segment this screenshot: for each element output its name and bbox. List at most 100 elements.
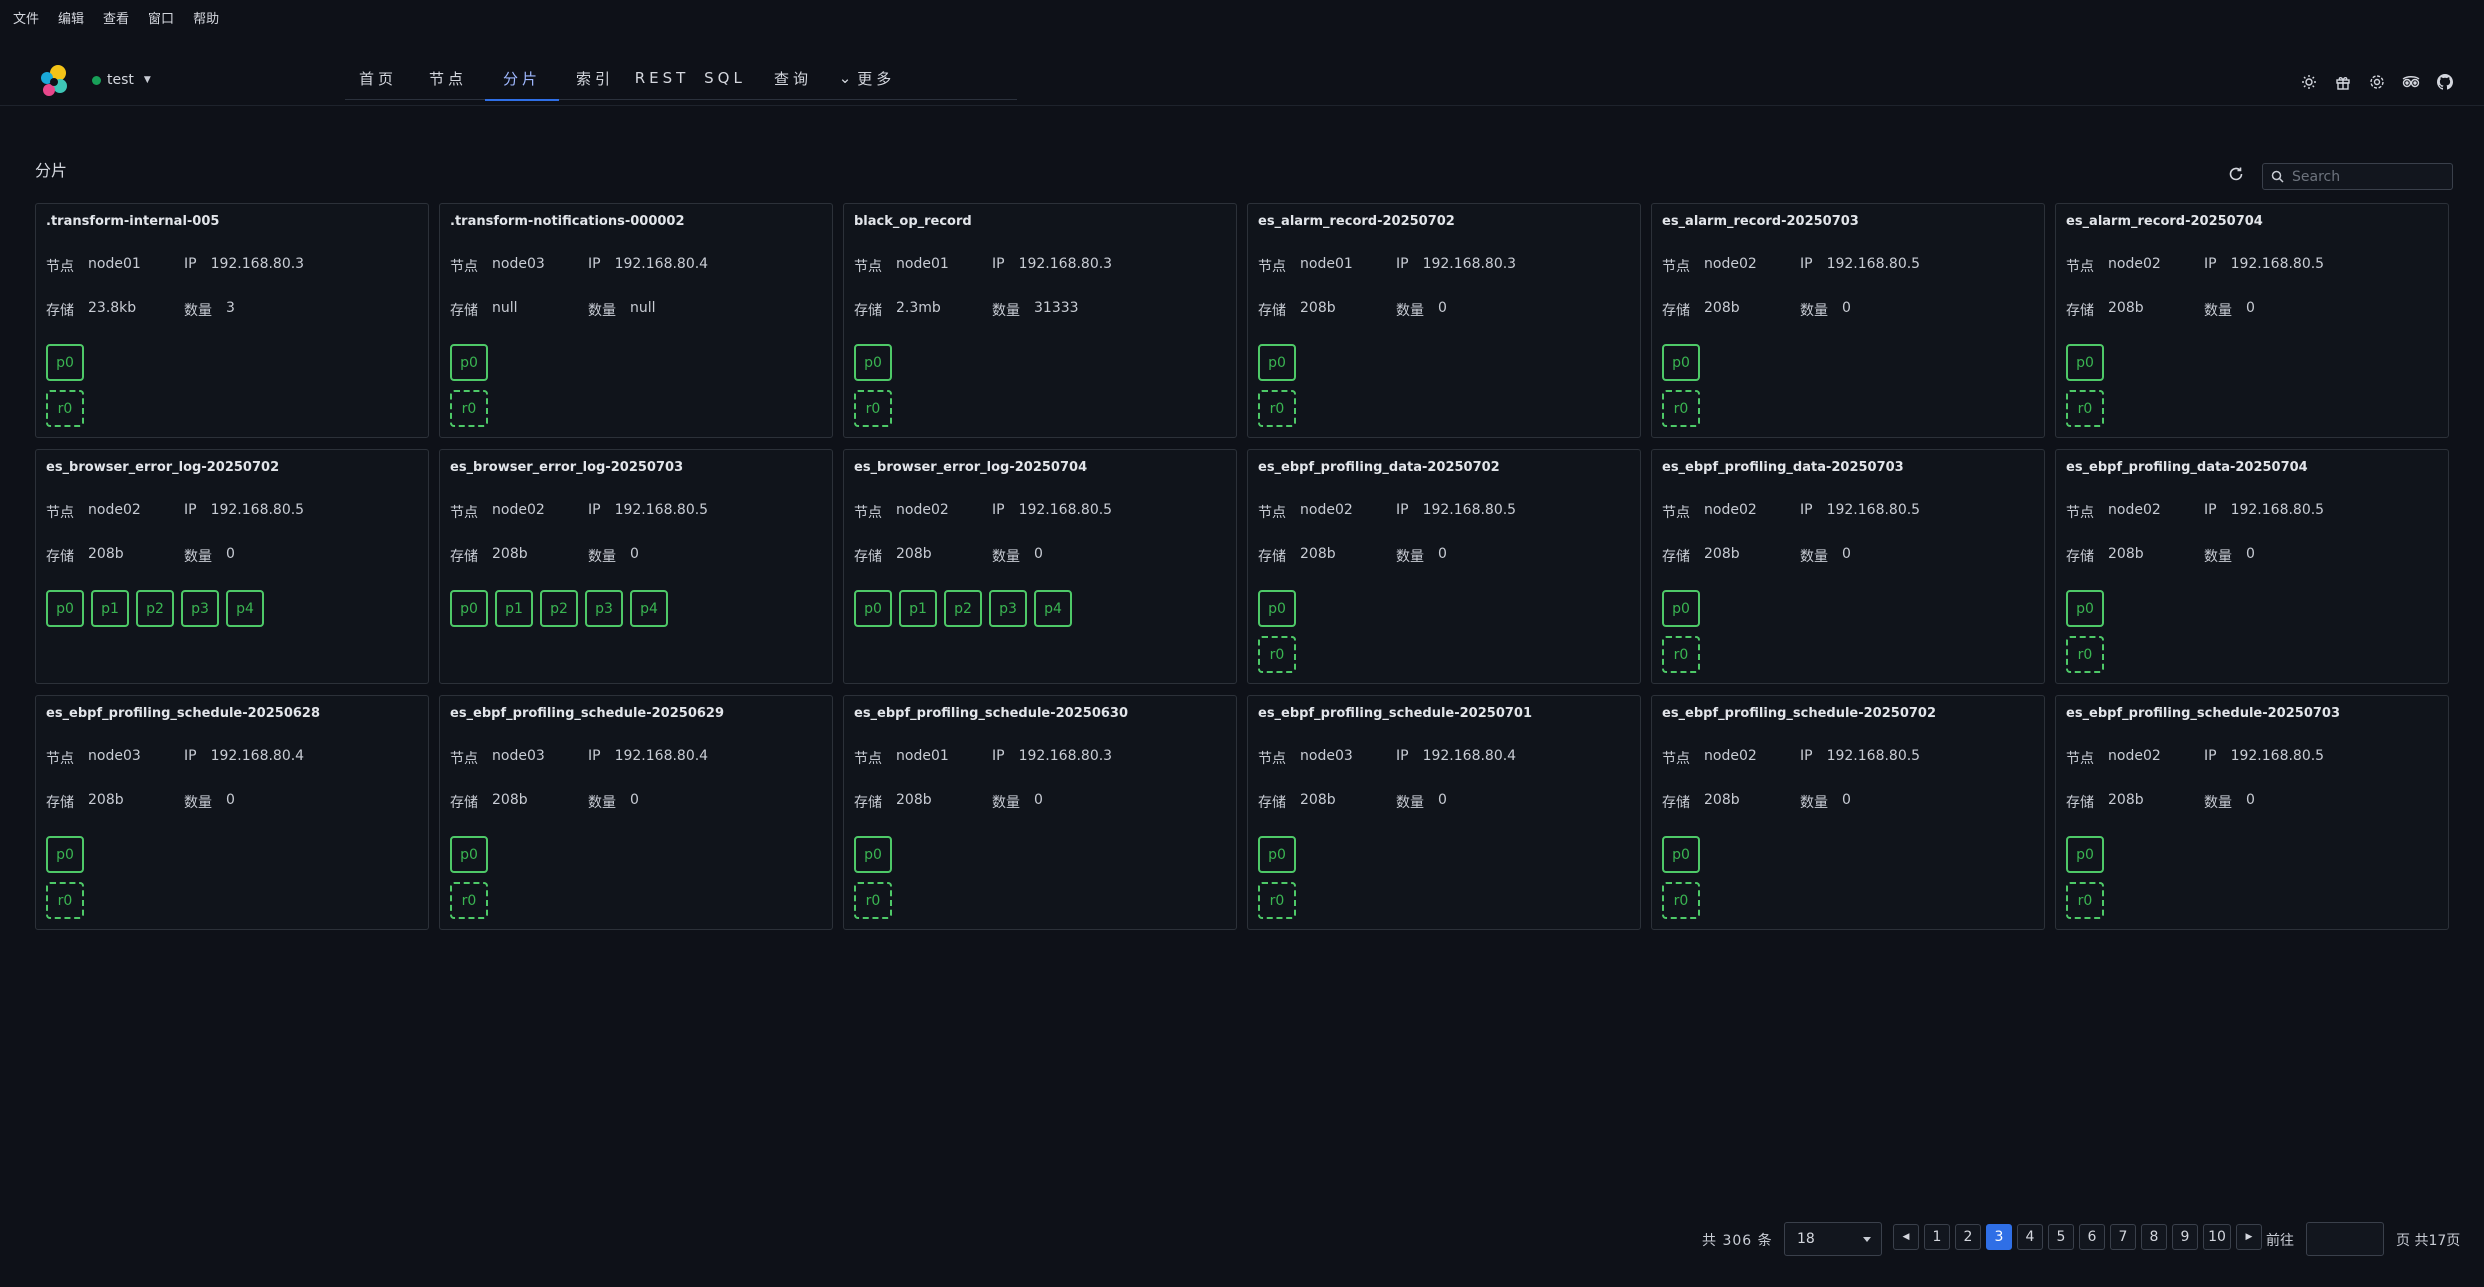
page-2[interactable]: 2 [1955, 1224, 1981, 1250]
replica-shard-r0[interactable]: r0 [2066, 882, 2104, 919]
tab-7[interactable]: ⌄ 更多 [829, 56, 905, 100]
page-5[interactable]: 5 [2048, 1224, 2074, 1250]
replica-shard-r0[interactable]: r0 [1662, 390, 1700, 427]
page-size-select[interactable]: 18 [1784, 1222, 1882, 1256]
replica-shard-r0[interactable]: r0 [1662, 636, 1700, 673]
primary-shard-p0[interactable]: p0 [46, 836, 84, 873]
primary-shard-p3[interactable]: p3 [181, 590, 219, 627]
menu-item[interactable]: 文件 [13, 8, 39, 27]
tripadvisor-icon[interactable] [2394, 70, 2428, 94]
primary-shard-p0[interactable]: p0 [2066, 344, 2104, 381]
primary-shard-p0[interactable]: p0 [854, 344, 892, 381]
primary-shard-p2[interactable]: p2 [136, 590, 174, 627]
primary-shard-p0[interactable]: p0 [1662, 836, 1700, 873]
shard-card[interactable]: es_ebpf_profiling_schedule-20250629 节点 nod… [439, 695, 833, 930]
replica-shard-r0[interactable]: r0 [1258, 390, 1296, 427]
github-icon[interactable] [2428, 70, 2462, 94]
primary-shard-p3[interactable]: p3 [585, 590, 623, 627]
page-1[interactable]: 1 [1924, 1224, 1950, 1250]
shard-card[interactable]: es_alarm_record-20250704 节点 node02 IP 192.16… [2055, 203, 2449, 438]
primary-shard-p2[interactable]: p2 [944, 590, 982, 627]
cluster-selector[interactable]: test ▼ [92, 72, 151, 88]
page-3[interactable]: 3 [1986, 1224, 2012, 1250]
page-7[interactable]: 7 [2110, 1224, 2136, 1250]
shard-card[interactable]: es_ebpf_profiling_data-20250702 节点 node02 I… [1247, 449, 1641, 684]
tab-3[interactable]: 索引 [559, 56, 631, 100]
replica-shard-r0[interactable]: r0 [1258, 636, 1296, 673]
primary-shard-p0[interactable]: p0 [1258, 590, 1296, 627]
primary-shard-p0[interactable]: p0 [450, 836, 488, 873]
refresh-icon[interactable] [2227, 165, 2245, 183]
page-8[interactable]: 8 [2141, 1224, 2167, 1250]
replica-shard-r0[interactable]: r0 [450, 882, 488, 919]
sun-icon[interactable] [2292, 70, 2326, 94]
shard-card[interactable]: es_alarm_record-20250703 节点 node02 IP 192.16… [1651, 203, 2045, 438]
menu-item[interactable]: 查看 [103, 8, 129, 27]
primary-shard-p0[interactable]: p0 [46, 590, 84, 627]
replica-shard-r0[interactable]: r0 [2066, 390, 2104, 427]
primary-shard-p0[interactable]: p0 [854, 590, 892, 627]
menu-item[interactable]: 帮助 [193, 8, 219, 27]
shard-card[interactable]: es_ebpf_profiling_schedule-20250703 节点 nod… [2055, 695, 2449, 930]
primary-shard-p0[interactable]: p0 [46, 344, 84, 381]
page-4[interactable]: 4 [2017, 1224, 2043, 1250]
primary-shard-p0[interactable]: p0 [450, 344, 488, 381]
tab-5[interactable]: SQL [693, 56, 757, 100]
primary-shard-p0[interactable]: p0 [1662, 590, 1700, 627]
replica-shard-r0[interactable]: r0 [854, 882, 892, 919]
primary-shard-p0[interactable]: p0 [1662, 344, 1700, 381]
primary-shard-p0[interactable]: p0 [2066, 590, 2104, 627]
page-9[interactable]: 9 [2172, 1224, 2198, 1250]
shard-card[interactable]: es_browser_error_log-20250704 节点 node02 IP 1… [843, 449, 1237, 684]
replica-shard-r0[interactable]: r0 [854, 390, 892, 427]
shard-card[interactable]: es_ebpf_profiling_schedule-20250701 节点 nod… [1247, 695, 1641, 930]
shard-card[interactable]: es_ebpf_profiling_schedule-20250702 节点 nod… [1651, 695, 2045, 930]
primary-shard-p0[interactable]: p0 [854, 836, 892, 873]
shard-card[interactable]: es_ebpf_profiling_data-20250704 节点 node02 I… [2055, 449, 2449, 684]
primary-shard-p0[interactable]: p0 [1258, 344, 1296, 381]
shard-card[interactable]: es_ebpf_profiling_schedule-20250630 节点 nod… [843, 695, 1237, 930]
page-6[interactable]: 6 [2079, 1224, 2105, 1250]
primary-shard-p1[interactable]: p1 [899, 590, 937, 627]
primary-shard-p4[interactable]: p4 [630, 590, 668, 627]
tab-2[interactable]: 分片 [485, 56, 559, 101]
replica-shard-r0[interactable]: r0 [46, 882, 84, 919]
page-10[interactable]: 10 [2203, 1224, 2231, 1250]
count-label: 数量 [184, 303, 212, 319]
primary-shard-p1[interactable]: p1 [495, 590, 533, 627]
shard-card[interactable]: es_browser_error_log-20250703 节点 node02 IP 1… [439, 449, 833, 684]
shard-card[interactable]: .transform-internal-005 节点 node01 IP 192.168… [35, 203, 429, 438]
replica-shard-r0[interactable]: r0 [1662, 882, 1700, 919]
goto-page-input[interactable] [2306, 1222, 2384, 1256]
shard-card[interactable]: black_op_record 节点 node01 IP 192.168.80.3 存储 2… [843, 203, 1237, 438]
search-box[interactable] [2262, 163, 2453, 190]
shard-card[interactable]: es_browser_error_log-20250702 节点 node02 IP 1… [35, 449, 429, 684]
primary-shard-p0[interactable]: p0 [450, 590, 488, 627]
replica-shard-r0[interactable]: r0 [46, 390, 84, 427]
menu-item[interactable]: 编辑 [58, 8, 84, 27]
gift-icon[interactable] [2326, 70, 2360, 94]
menu-item[interactable]: 窗口 [148, 8, 174, 27]
shard-card[interactable]: es_ebpf_profiling_data-20250703 节点 node02 I… [1651, 449, 2045, 684]
shard-card[interactable]: es_alarm_record-20250702 节点 node01 IP 192.16… [1247, 203, 1641, 438]
shard-card[interactable]: es_ebpf_profiling_schedule-20250628 节点 nod… [35, 695, 429, 930]
replica-shard-r0[interactable]: r0 [450, 390, 488, 427]
prev-page-button[interactable]: ◀ [1893, 1224, 1919, 1250]
replica-shard-r0[interactable]: r0 [1258, 882, 1296, 919]
primary-shard-p0[interactable]: p0 [2066, 836, 2104, 873]
tab-0[interactable]: 首页 [345, 56, 411, 100]
tab-1[interactable]: 节点 [411, 56, 485, 100]
primary-shard-p3[interactable]: p3 [989, 590, 1027, 627]
search-input[interactable] [2292, 168, 2442, 185]
primary-shard-p2[interactable]: p2 [540, 590, 578, 627]
shard-card[interactable]: .transform-notifications-000002 节点 node03 I… [439, 203, 833, 438]
primary-shard-p0[interactable]: p0 [1258, 836, 1296, 873]
primary-shard-p1[interactable]: p1 [91, 590, 129, 627]
primary-shard-p4[interactable]: p4 [1034, 590, 1072, 627]
tab-4[interactable]: REST [631, 56, 693, 100]
tab-6[interactable]: 查询 [757, 56, 829, 100]
replica-shard-r0[interactable]: r0 [2066, 636, 2104, 673]
gear-icon[interactable] [2360, 70, 2394, 94]
primary-shard-p4[interactable]: p4 [226, 590, 264, 627]
next-page-button[interactable]: ▶ [2236, 1224, 2262, 1250]
